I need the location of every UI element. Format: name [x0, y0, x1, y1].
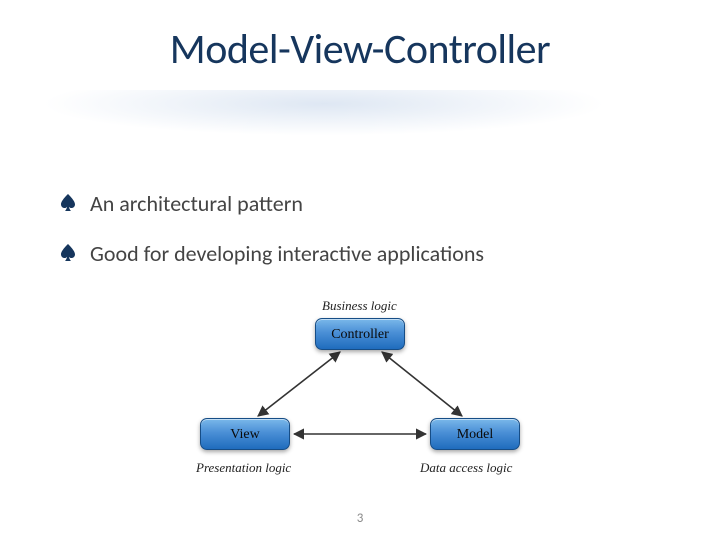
diagram-label-business: Business logic [322, 298, 397, 314]
title-glow [0, 90, 720, 160]
list-item: Good for developing interactive applicat… [60, 240, 660, 268]
diagram-box-controller: Controller [315, 318, 405, 350]
spade-icon [60, 244, 76, 262]
diagram-label-presentation: Presentation logic [196, 460, 291, 476]
bullet-text: An architectural pattern [90, 190, 303, 218]
page-title: Model-View-Controller [0, 24, 720, 75]
diagram-box-view: View [200, 418, 290, 450]
diagram-label-dataaccess: Data access logic [420, 460, 512, 476]
diagram-box-model: Model [430, 418, 520, 450]
bullet-list: An architectural pattern Good for develo… [60, 190, 660, 289]
list-item: An architectural pattern [60, 190, 660, 218]
mvc-diagram: Business logic Controller View Model Pre… [160, 300, 560, 500]
page-number: 3 [0, 511, 720, 526]
bullet-text: Good for developing interactive applicat… [90, 240, 484, 268]
slide: Model-View-Controller An architectural p… [0, 0, 720, 540]
spade-icon [60, 194, 76, 212]
